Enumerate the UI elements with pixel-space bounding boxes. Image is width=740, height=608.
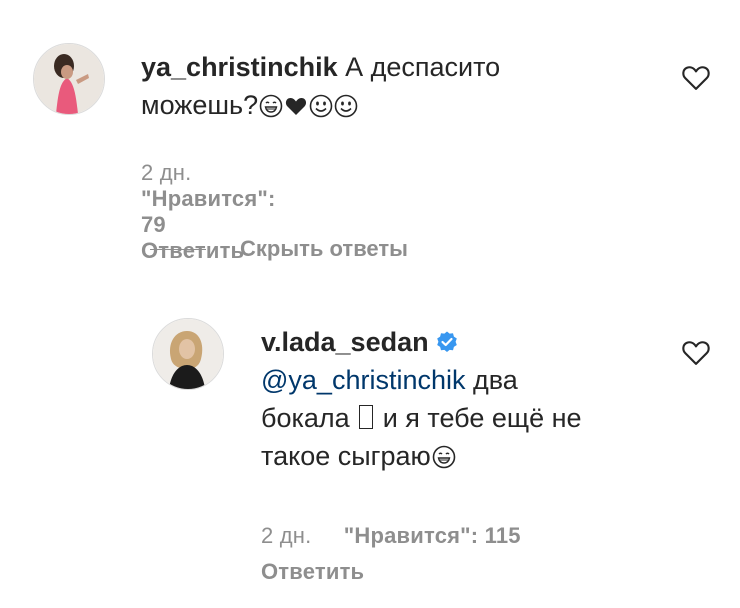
grinning-face-emoji [432, 445, 456, 469]
hide-replies-label: Скрыть ответы [240, 236, 408, 261]
missing-glyph-icon [359, 405, 374, 429]
avatar-image [34, 44, 104, 114]
reply-time[interactable]: 2 дн. [261, 523, 311, 548]
divider-line [150, 248, 206, 250]
comment-text: А деспасито [345, 52, 501, 82]
comment-text-line: ya_christinchik А деспасито [141, 48, 641, 86]
avatar[interactable] [152, 318, 224, 390]
reply-text-line: @ya_christinchik два [261, 361, 681, 399]
hide-replies-button[interactable]: Скрыть ответы [150, 234, 408, 264]
reply-meta: 2 дн. "Нравится": 115 Ответить [261, 518, 591, 590]
black-heart-emoji [286, 98, 307, 115]
heart-outline-icon[interactable] [681, 63, 711, 91]
reply-text-line: бокала и я тебе ещё не [261, 399, 681, 437]
grinning-face-emoji [259, 94, 283, 118]
comment-text-line: можешь? [141, 86, 641, 124]
smiling-face-emoji [309, 94, 333, 118]
reply-text: два [465, 365, 518, 395]
comment-text: можешь? [141, 90, 259, 120]
reply-text-line: такое сыграю [261, 437, 681, 475]
smiling-face-emoji [334, 94, 358, 118]
likes-count[interactable]: "Нравится": 115 [344, 523, 521, 548]
avatar-image [153, 319, 223, 389]
verified-badge-icon [436, 331, 457, 352]
avatar[interactable] [33, 43, 105, 115]
reply-text: такое сыграю [261, 441, 431, 471]
comment-username[interactable]: ya_christinchik [141, 52, 338, 82]
reply-text: и я тебе ещё не [375, 403, 582, 433]
reply-header: v.lada_sedan [261, 323, 681, 361]
likes-count[interactable]: "Нравится": 79 [141, 186, 276, 237]
comment-body: ya_christinchik А деспасито можешь? [141, 48, 641, 124]
reply-button[interactable]: Ответить [261, 559, 364, 584]
reply-text: бокала [261, 403, 358, 433]
comment-time[interactable]: 2 дн. [141, 160, 191, 185]
reply-body: v.lada_sedan @ya_christinchik два бокала… [261, 323, 681, 475]
reply-username[interactable]: v.lada_sedan [261, 327, 429, 357]
mention-link[interactable]: @ya_christinchik [261, 365, 465, 395]
heart-outline-icon[interactable] [681, 338, 711, 366]
